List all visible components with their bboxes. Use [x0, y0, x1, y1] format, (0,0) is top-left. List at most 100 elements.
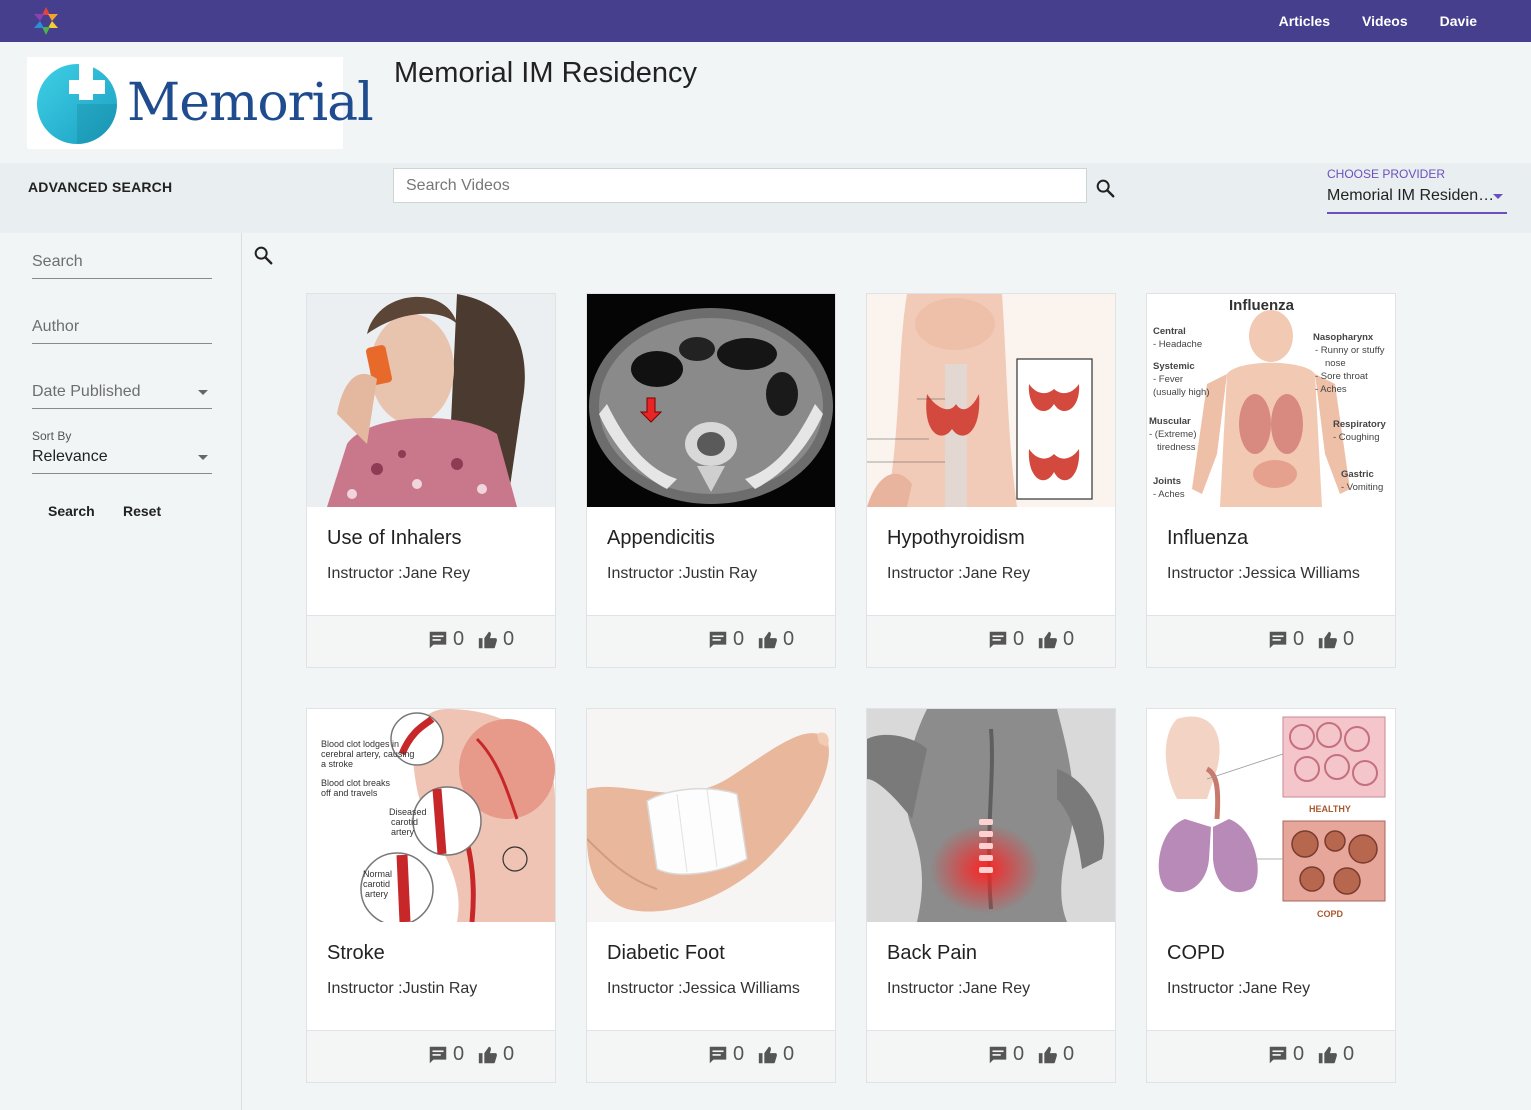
- stroke-diagram-image: Blood clot lodges in cerebral artery, ca…: [307, 709, 555, 922]
- chevron-down-icon: [198, 390, 208, 395]
- influenza-label: nose: [1325, 358, 1346, 369]
- search-icon[interactable]: [252, 244, 274, 266]
- influenza-label: Central: [1153, 326, 1186, 337]
- comment-icon: [989, 1046, 1007, 1063]
- nav-user-menu[interactable]: Davie: [1440, 13, 1477, 29]
- like-count[interactable]: 0: [757, 1043, 794, 1066]
- card-title: Diabetic Foot: [607, 942, 725, 964]
- sidebar-search-input[interactable]: [32, 245, 212, 278]
- influenza-diagram-image: Influenza Central - Headache Systemic - …: [1147, 294, 1395, 507]
- like-count-value: 0: [1343, 628, 1355, 650]
- video-card[interactable]: HEALTHY COPD COPD Instructor :Jane Rey 0…: [1146, 708, 1396, 1083]
- comment-count[interactable]: 0: [707, 1043, 744, 1066]
- like-count[interactable]: 0: [1037, 628, 1074, 651]
- stroke-label: cerebral artery, causing: [321, 749, 414, 759]
- comment-count[interactable]: 0: [1267, 628, 1304, 651]
- stroke-label: carotid: [363, 879, 390, 889]
- card-title: Appendicitis: [607, 527, 715, 549]
- like-count[interactable]: 0: [757, 628, 794, 651]
- provider-value: Memorial IM Residen…: [1327, 187, 1495, 204]
- healthy-label: HEALTHY: [1309, 804, 1351, 814]
- video-card[interactable]: Appendicitis Instructor :Justin Ray 0 0: [586, 293, 836, 668]
- comment-count-value: 0: [733, 628, 745, 650]
- video-card[interactable]: Use of Inhalers Instructor :Jane Rey 0 0: [306, 293, 556, 668]
- date-published-select[interactable]: Date Published: [32, 375, 212, 409]
- filter-sidebar: Date Published Sort By Relevance Search …: [0, 233, 242, 1110]
- card-instructor: Instructor :Jessica Williams: [607, 980, 800, 997]
- chevron-down-icon: [198, 455, 208, 460]
- card-footer: 0 0: [587, 1030, 835, 1082]
- influenza-label: (usually high): [1153, 387, 1210, 398]
- card-instructor: Instructor :Justin Ray: [607, 565, 758, 582]
- like-count-value: 0: [1063, 1043, 1075, 1065]
- comment-count[interactable]: 0: [427, 1043, 464, 1066]
- lung-diagram-image: HEALTHY COPD: [1147, 709, 1395, 922]
- nav-links: Articles Videos Davie: [1279, 0, 1477, 42]
- like-count[interactable]: 0: [477, 628, 514, 651]
- video-search-input[interactable]: [393, 168, 1087, 203]
- top-nav: Articles Videos Davie: [0, 0, 1531, 42]
- search-icon[interactable]: [1094, 177, 1116, 199]
- provider-select[interactable]: Memorial IM Residen…: [1327, 185, 1507, 214]
- influenza-label: Gastric: [1341, 469, 1374, 480]
- stroke-label: Diseased: [389, 807, 427, 817]
- stroke-label: carotid: [391, 817, 418, 827]
- card-title: Use of Inhalers: [327, 527, 462, 549]
- card-footer: 0 0: [1147, 1030, 1395, 1082]
- comment-count-value: 0: [1293, 628, 1305, 650]
- comment-count-value: 0: [1013, 628, 1025, 650]
- card-instructor: Instructor :Jane Rey: [887, 980, 1031, 997]
- sort-by-select[interactable]: Relevance: [32, 440, 212, 474]
- video-thumbnail: [867, 294, 1115, 507]
- video-card[interactable]: Blood clot lodges in cerebral artery, ca…: [306, 708, 556, 1083]
- comment-count[interactable]: 0: [987, 1043, 1024, 1066]
- video-card[interactable]: Back Pain Instructor :Jane Rey 0 0: [866, 708, 1116, 1083]
- thumbs-up-icon: [1318, 631, 1337, 648]
- search-bar-strip: ADVANCED SEARCH CHOOSE PROVIDER Memorial…: [0, 163, 1531, 233]
- search-button[interactable]: Search: [48, 503, 95, 519]
- card-title: Back Pain: [887, 942, 978, 964]
- like-count[interactable]: 0: [1317, 628, 1354, 651]
- like-count[interactable]: 0: [477, 1043, 514, 1066]
- brand-logo: Memorial: [27, 57, 374, 149]
- author-field: [32, 310, 212, 344]
- video-thumbnail: [587, 294, 835, 507]
- comment-count[interactable]: 0: [987, 628, 1024, 651]
- like-count-value: 0: [1063, 628, 1075, 650]
- like-count[interactable]: 0: [1037, 1043, 1074, 1066]
- video-card[interactable]: Influenza Central - Headache Systemic - …: [1146, 293, 1396, 668]
- brand-text: Memorial: [127, 73, 374, 133]
- comment-icon: [429, 1046, 447, 1063]
- reset-button[interactable]: Reset: [123, 503, 161, 519]
- like-count[interactable]: 0: [1317, 1043, 1354, 1066]
- app-logo-icon[interactable]: [28, 3, 64, 39]
- nav-link-articles[interactable]: Articles: [1279, 13, 1330, 29]
- comment-count[interactable]: 0: [707, 628, 744, 651]
- comment-count[interactable]: 0: [1267, 1043, 1304, 1066]
- card-footer: 0 0: [587, 615, 835, 667]
- advanced-search-label: ADVANCED SEARCH: [28, 179, 173, 195]
- comment-count[interactable]: 0: [427, 628, 464, 651]
- video-card[interactable]: Diabetic Foot Instructor :Jessica Willia…: [586, 708, 836, 1083]
- author-input[interactable]: [32, 310, 212, 343]
- card-footer: 0 0: [867, 615, 1115, 667]
- like-count-value: 0: [503, 628, 515, 650]
- thumbs-up-icon: [758, 631, 777, 648]
- card-title: COPD: [1167, 942, 1225, 964]
- copd-label: COPD: [1317, 909, 1344, 919]
- stroke-label: Blood clot breaks: [321, 778, 391, 788]
- card-instructor: Instructor :Jessica Williams: [1167, 565, 1360, 582]
- card-instructor: Instructor :Justin Ray: [327, 980, 478, 997]
- influenza-label: - Headache: [1153, 339, 1202, 350]
- stroke-label: Normal: [363, 869, 392, 879]
- video-thumbnail: Influenza Central - Headache Systemic - …: [1147, 294, 1395, 507]
- nav-link-videos[interactable]: Videos: [1362, 13, 1408, 29]
- card-instructor: Instructor :Jane Rey: [887, 565, 1031, 582]
- stroke-label: artery: [391, 827, 415, 837]
- influenza-label: - Vomiting: [1341, 482, 1383, 493]
- video-thumbnail: [867, 709, 1115, 922]
- thumbs-up-icon: [478, 1046, 497, 1063]
- card-instructor: Instructor :Jane Rey: [1167, 980, 1311, 997]
- influenza-label: Muscular: [1149, 416, 1191, 427]
- video-card[interactable]: Hypothyroidism Instructor :Jane Rey 0 0: [866, 293, 1116, 668]
